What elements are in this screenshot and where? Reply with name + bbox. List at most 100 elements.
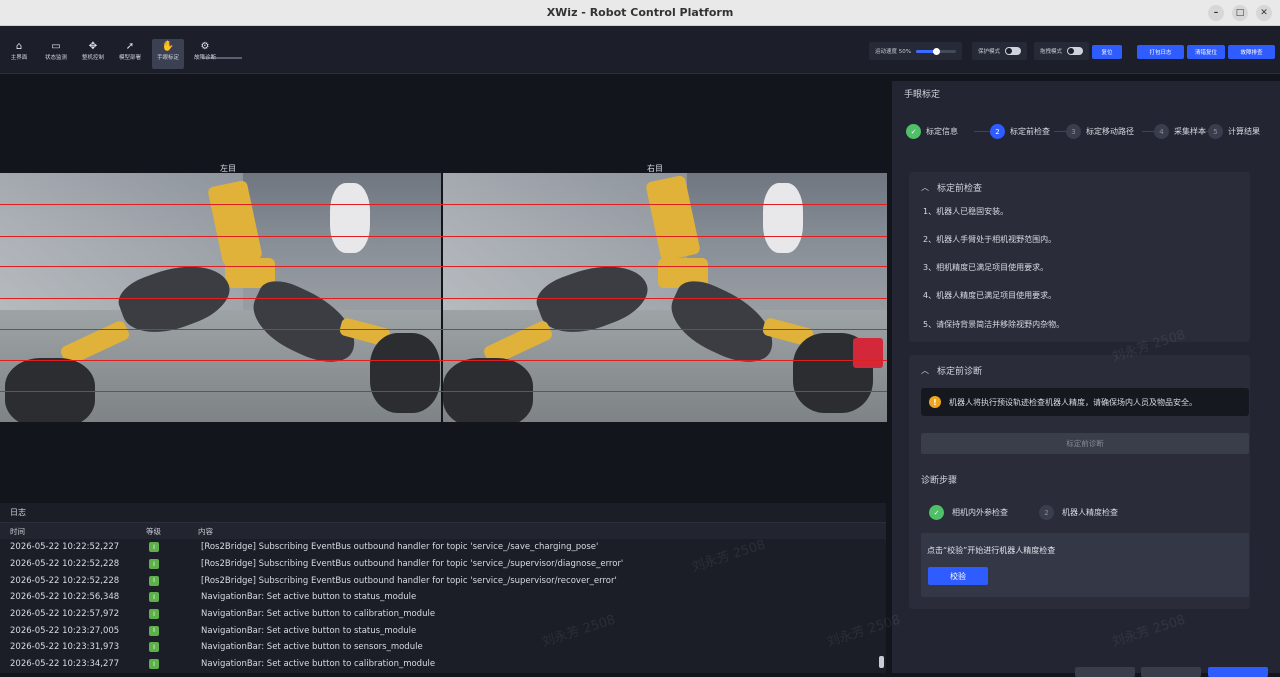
info-level-badge: I [149,592,159,603]
minimize-button[interactable]: – [1208,5,1224,21]
log-level-cell: I [146,575,201,586]
info-level-badge: I [149,575,159,586]
precheck-item: 4、机器人精度已满足项目使用要求。 [923,291,1057,300]
drag-mode-toggle[interactable] [1067,47,1084,55]
footer-button-secondary[interactable] [1141,667,1201,677]
diag-step-label: 机器人精度检查 [1062,508,1118,517]
step-precheck[interactable]: 2 标定前检查 [990,124,1050,139]
info-level-badge: I [149,542,159,553]
fault-check-button[interactable]: 故障排查 [1228,45,1275,59]
reset-button[interactable]: 复位 [1092,45,1122,59]
chevron-up-icon: ︿ [921,366,929,375]
nav-model-deploy[interactable]: ➚ 模型部署 [114,39,146,69]
calibration-title: 手眼标定 [904,90,941,100]
log-level-cell: I [146,609,201,620]
step-number: 3 [1066,124,1081,139]
speed-control[interactable]: 运动速度 50% [869,42,962,60]
log-scrollbar[interactable] [879,656,884,668]
step-calibration-info[interactable]: ✓ 标定信息 [906,124,958,139]
protect-mode-control[interactable]: 保护模式 [972,42,1028,60]
nav-fault-diagnosis[interactable]: ⚙ 故障诊断 [189,39,221,69]
step-label: 采集样本 [1174,127,1206,136]
calibration-stepper: ✓ 标定信息 2 标定前检查 3 标定移动路径 4 采集样本 5 计算结果 [906,124,1276,142]
hand-eye-icon: ✋ [161,41,175,52]
step-number: 5 [1208,124,1223,139]
pack-log-button[interactable]: 打包日志 [1137,45,1184,59]
warning-text: 机器人将执行预设轨迹检查机器人精度，请确保场内人员及物品安全。 [949,397,1197,407]
nav-hand-eye-calibration[interactable]: ✋ 手眼标定 [152,39,184,69]
step-collect-samples[interactable]: 4 采集样本 [1154,124,1206,139]
protect-mode-toggle[interactable] [1005,47,1022,55]
speed-slider-knob[interactable] [932,47,940,55]
precheck-item: 5、请保持背景简洁并移除视野内杂物。 [923,320,1065,329]
rectification-line [0,360,887,361]
log-message: NavigationBar: Set active button to stat… [201,592,417,603]
diagnosis-detail: 点击“校验”开始进行机器人精度检查 校验 [921,533,1249,597]
nav-label: 主界面 [10,55,28,61]
pre-diagnosis-button[interactable]: 标定前诊断 [921,433,1249,454]
log-row: 2026-05-22 10:22:52,228 I [Ros2Bridge] Sub… [0,572,886,589]
window-titlebar: XWiz - Robot Control Platform – □ ✕ [0,0,1280,26]
rectification-line [0,266,887,267]
step-compute-result[interactable]: 5 计算结果 [1208,124,1260,139]
log-col-level: 等级 [146,526,161,536]
precheck-item: 2、机器人手臂处于相机视野范围内。 [923,235,1057,244]
home-icon: ⌂ [15,41,23,52]
nav-home[interactable]: ⌂ 主界面 [3,39,35,69]
precheck-title: 标定前检查 [937,184,983,194]
log-message: NavigationBar: Set active button to cali… [201,659,436,670]
close-button[interactable]: ✕ [1256,5,1272,21]
log-column-headers: 时间 等级 内容 [0,523,886,539]
step-move-path[interactable]: 3 标定移动路径 [1066,124,1134,139]
info-level-badge: I [149,609,159,620]
precheck-header[interactable]: ︿ 标定前检查 [921,181,982,194]
step-number: 4 [1154,124,1169,139]
log-message: [Ros2Bridge] Subscribing EventBus outbou… [201,575,617,586]
log-message: [Ros2Bridge] Subscribing EventBus outbou… [201,559,624,570]
log-col-time: 时间 [10,526,25,536]
check-icon: ✓ [906,124,921,139]
log-level-cell: I [146,625,201,636]
nav-robot-control[interactable]: ✥ 整机控制 [77,39,109,69]
log-list[interactable]: 2026-05-22 10:22:52,227 I [Ros2Bridge] Sub… [0,539,886,673]
verify-button[interactable]: 校验 [928,567,988,585]
robot-icon: ✥ [88,41,98,52]
precheck-item: 1、机器人已稳固安装。 [923,207,1009,216]
precheck-item: 3、相机精度已满足项目使用要求。 [923,263,1049,272]
rectification-line [0,204,887,205]
maximize-button[interactable]: □ [1232,5,1248,21]
step-label: 标定信息 [926,127,958,136]
step-label: 标定前检查 [1010,127,1050,136]
clear-error-button[interactable]: 清错复位 [1187,45,1225,59]
log-time: 2026-05-22 10:22:52,228 [10,559,120,570]
drag-mode-control[interactable]: 拖拽模式 [1034,42,1090,60]
step-number: 2 [1039,505,1054,520]
check-icon: ✓ [929,505,944,520]
calibration-panel: 手眼标定 ✓ 标定信息 2 标定前检查 3 标定移动路径 4 采集样本 5 计算… [892,81,1280,677]
log-time: 2026-05-22 10:22:52,228 [10,575,120,586]
footer-button-secondary[interactable] [1075,667,1135,677]
log-time: 2026-05-22 10:22:56,348 [10,592,120,603]
log-level-cell: I [146,559,201,570]
chevron-up-icon: ︿ [921,183,929,192]
nav-status-monitor[interactable]: ▭ 状态监测 [40,39,72,69]
diagnosis-card: ︿ 标定前诊断 ! 机器人将执行预设轨迹检查机器人精度，请确保场内人员及物品安全… [909,355,1250,609]
speed-slider[interactable] [915,47,956,55]
rectification-line [0,329,887,330]
info-level-badge: I [149,559,159,570]
log-title: 日志 [0,503,886,523]
info-level-badge: I [149,625,159,636]
log-level-cell: I [146,642,201,653]
info-level-badge: I [149,642,159,653]
footer-button-primary[interactable] [1208,667,1268,677]
log-row: 2026-05-22 10:23:34,277 I NavigationBar: S… [0,656,886,673]
diagnosis-header[interactable]: ︿ 标定前诊断 [921,364,982,377]
warning-icon: ! [929,396,941,408]
log-time: 2026-05-22 10:23:34,277 [10,659,120,670]
log-level-cell: I [146,659,201,670]
log-time: 2026-05-22 10:23:27,005 [10,625,120,636]
nav-label: 故障诊断 [193,55,216,61]
log-panel: 日志 时间 等级 内容 2026-05-22 10:22:52,227 I [Ros… [0,503,886,673]
diagnosis-title: 标定前诊断 [937,367,983,377]
nav-label: 整机控制 [81,55,104,61]
